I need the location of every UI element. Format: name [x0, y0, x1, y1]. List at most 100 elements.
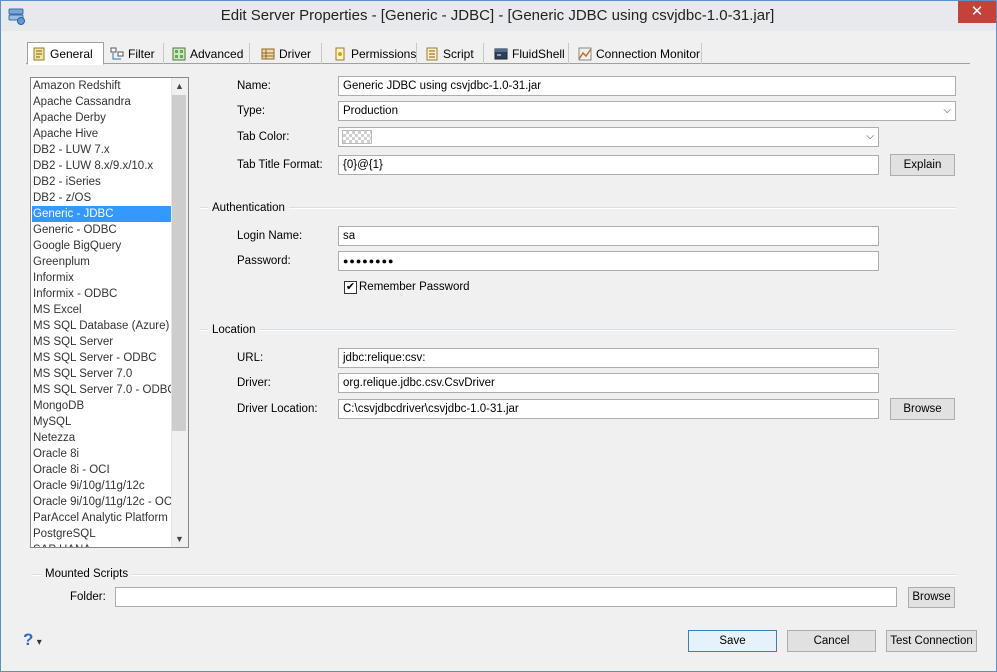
tab-label: Connection Monitor — [596, 46, 701, 61]
name-input[interactable]: Generic JDBC using csvjdbc-1.0-31.jar — [338, 76, 956, 96]
window-title: Edit Server Properties - [Generic - JDBC… — [220, 7, 775, 24]
filter-icon — [110, 47, 124, 59]
login-name-input[interactable]: sa — [338, 226, 879, 246]
list-item[interactable]: SAP HANA — [32, 542, 173, 547]
tab-title-format-label: Tab Title Format: — [237, 159, 323, 171]
list-item[interactable]: MS SQL Server — [32, 334, 173, 350]
test-connection-button[interactable]: Test Connection — [886, 630, 977, 652]
permissions-icon — [335, 47, 345, 60]
save-button[interactable]: Save — [688, 630, 777, 652]
connection-monitor-icon — [578, 47, 592, 60]
list-item[interactable]: Greenplum — [32, 254, 173, 270]
type-label: Type: — [237, 105, 266, 117]
mounted-scripts-group-label: Mounted Scripts — [41, 567, 133, 581]
tab-general[interactable]: General — [27, 42, 104, 65]
remember-password-checkbox[interactable]: ✔ — [344, 281, 357, 294]
list-item[interactable]: Generic - ODBC — [32, 222, 173, 238]
server-type-list[interactable]: Amazon Redshift Apache Cassandra Apache De… — [30, 77, 189, 548]
folder-label: Folder: — [70, 591, 106, 603]
driver-browse-button[interactable]: Browse — [890, 398, 955, 420]
password-input[interactable]: ●●●●●●●● — [338, 251, 879, 271]
list-item[interactable]: Apache Hive — [32, 126, 173, 142]
tab-color-label: Tab Color: — [237, 131, 290, 143]
general-icon — [33, 47, 45, 60]
list-item[interactable]: MongoDB — [32, 398, 173, 414]
tab-label: Permissions — [351, 46, 417, 61]
list-item[interactable]: Netezza — [32, 430, 173, 446]
authentication-group-label: Authentication — [208, 201, 289, 215]
scroll-down-icon[interactable]: ▼ — [171, 531, 188, 547]
type-select[interactable]: Production ⌵ — [338, 101, 956, 121]
url-label: URL: — [237, 352, 264, 364]
driver-icon — [261, 48, 275, 59]
list-item[interactable]: DB2 - iSeries — [32, 174, 173, 190]
list-item[interactable]: Oracle 9i/10g/11g/12c - OCI — [32, 494, 175, 510]
location-divider — [200, 329, 956, 331]
remember-password-label: Remember Password — [359, 281, 470, 293]
folder-browse-button[interactable]: Browse — [908, 587, 955, 608]
tab-connection-monitor[interactable]: Connection Monitor — [574, 43, 702, 64]
tab-permissions[interactable]: Permissions — [329, 43, 417, 64]
tab-title-format-input[interactable]: {0}@{1} — [338, 155, 879, 175]
chevron-down-icon: ▾ — [36, 637, 42, 648]
tab-label: FluidShell — [512, 46, 565, 61]
url-input[interactable]: jdbc:relique:csv: — [338, 348, 879, 368]
tab-advanced[interactable]: Advanced — [168, 43, 250, 64]
folder-input[interactable] — [115, 587, 897, 607]
list-item[interactable]: DB2 - z/OS — [32, 190, 173, 206]
scrollbar-thumb[interactable] — [172, 95, 186, 431]
tab-driver[interactable]: Driver — [257, 43, 322, 64]
name-label: Name: — [237, 80, 271, 92]
tab-script[interactable]: Script — [421, 43, 484, 64]
list-item[interactable]: Informix — [32, 270, 173, 286]
login-name-label: Login Name: — [237, 230, 303, 242]
type-value: Production — [343, 105, 398, 117]
tab-filter[interactable]: Filter — [106, 43, 164, 64]
driver-input[interactable]: org.relique.jdbc.csv.CsvDriver — [338, 373, 879, 393]
list-item[interactable]: MS SQL Server - ODBC — [32, 350, 173, 366]
chevron-down-icon: ⌵ — [943, 105, 951, 116]
tab-label: General — [50, 46, 93, 61]
scroll-up-icon[interactable]: ▲ — [171, 78, 188, 94]
list-item[interactable]: Amazon Redshift — [32, 78, 173, 94]
list-item[interactable]: MS SQL Database (Azure) — [32, 318, 173, 334]
cancel-button[interactable]: Cancel — [787, 630, 876, 652]
fluidshell-icon — [494, 48, 508, 59]
location-group-label: Location — [208, 323, 260, 337]
list-item[interactable]: MySQL — [32, 414, 173, 430]
list-item[interactable]: ParAccel Analytic Platform — [32, 510, 173, 526]
mounted-scripts-divider — [32, 574, 956, 576]
list-item[interactable]: Informix - ODBC — [32, 286, 173, 302]
list-item[interactable]: Oracle 8i — [32, 446, 173, 462]
tab-fluidshell[interactable]: FluidShell — [490, 43, 569, 64]
tab-label: Filter — [128, 46, 155, 61]
tab-label: Driver — [279, 46, 311, 61]
list-item[interactable]: DB2 - LUW 8.x/9.x/10.x — [32, 158, 173, 174]
list-item[interactable]: MS Excel — [32, 302, 173, 318]
list-item[interactable]: MS SQL Server 7.0 — [32, 366, 173, 382]
tab-color-select[interactable]: ⌵ — [338, 127, 879, 147]
list-item[interactable]: Apache Cassandra — [32, 94, 173, 110]
close-button[interactable]: ✕ — [958, 1, 996, 23]
list-item[interactable]: PostgreSQL — [32, 526, 173, 542]
script-icon — [426, 47, 438, 60]
chevron-down-icon: ⌵ — [866, 131, 874, 142]
tab-label: Script — [443, 46, 474, 61]
color-swatch — [342, 130, 372, 144]
explain-button[interactable]: Explain — [890, 154, 955, 176]
tab-label: Advanced — [190, 46, 244, 61]
advanced-icon — [172, 47, 186, 60]
driver-location-label: Driver Location: — [237, 403, 318, 415]
list-item[interactable]: Google BigQuery — [32, 238, 173, 254]
list-item[interactable]: DB2 - LUW 7.x — [32, 142, 173, 158]
help-icon: ? — [23, 630, 34, 649]
driver-label: Driver: — [237, 377, 271, 389]
list-item[interactable]: Generic - JDBC — [32, 206, 173, 222]
list-item[interactable]: Oracle 8i - OCI — [32, 462, 173, 478]
list-item[interactable]: Oracle 9i/10g/11g/12c — [32, 478, 173, 494]
driver-location-input[interactable]: C:\csvjdbcdriver\csvjdbc-1.0-31.jar — [338, 399, 879, 419]
list-item[interactable]: MS SQL Server 7.0 - ODBC — [32, 382, 176, 398]
list-item[interactable]: Apache Derby — [32, 110, 173, 126]
password-label: Password: — [237, 255, 291, 267]
help-menu[interactable]: ? ▾ — [23, 630, 49, 650]
